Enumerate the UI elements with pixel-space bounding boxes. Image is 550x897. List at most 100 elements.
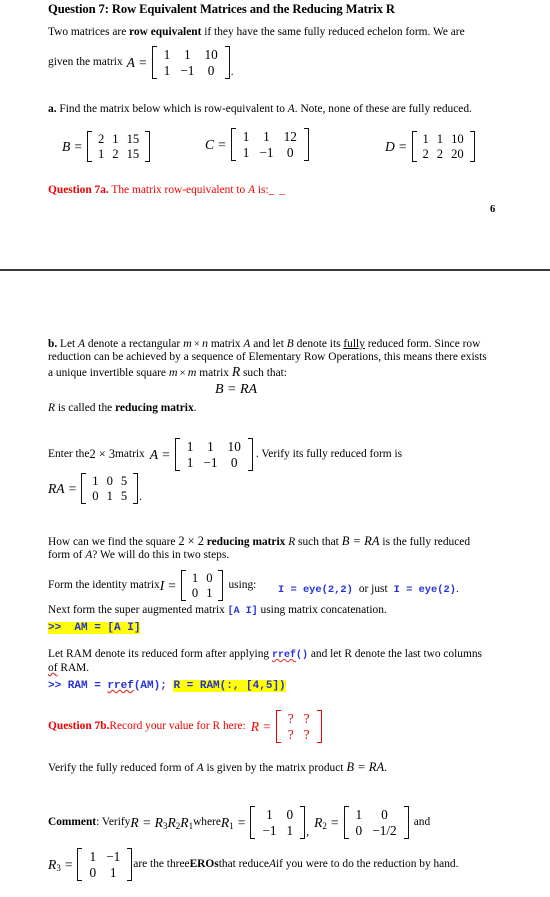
part-b-paragraph-2: reduction can be achieved by a sequence … (48, 351, 487, 363)
period: . (384, 762, 388, 774)
part-b-p3-seg-2: matrix (196, 367, 232, 379)
matrix-row: 10 (257, 807, 298, 823)
matrix-D-symbol: D (385, 138, 395, 154)
matrix-row: 2 2 20 (419, 147, 468, 162)
matrix-cell: 1 (106, 488, 113, 503)
matrix-cell: 2 (112, 146, 119, 161)
enter-seg-1: Enter the (48, 447, 90, 460)
part-b-p3-R: R (231, 364, 241, 379)
matrix-cell: 10 (227, 439, 241, 454)
matlab-command-ram-prefix[interactable]: >> RAM = (48, 680, 107, 692)
ram-seg-1: Let RAM denote its reduced form after ap… (48, 648, 272, 660)
matrix-D: 1 1 10 2 2 20 (411, 131, 475, 162)
matrix-cell: 1 (109, 864, 117, 880)
matrix-cell: 2 (422, 146, 429, 161)
page-title: Question 7: Row Equivalent Matrices and … (48, 2, 395, 16)
matrix-cell: 1 (186, 439, 194, 454)
code-eye-2[interactable]: I = eye(2) (394, 584, 456, 596)
ram-line2-of: of (48, 662, 58, 674)
part-b-underline-fully: fully (343, 338, 365, 350)
times-sign: × (179, 367, 186, 379)
matrix-row: 1 1 10 (159, 47, 223, 63)
question-7b: Question 7b. Record your value for R her… (48, 710, 323, 743)
how-to-find-line-2: form of A? We will do this in two steps. (48, 549, 229, 562)
matrix-cell: −1 (203, 454, 218, 470)
reducing-seg-2: is called the (54, 402, 116, 414)
matlab-command-am[interactable]: >> AM = [A I] (48, 617, 141, 635)
comment-R2-sub: 2 (322, 821, 327, 831)
code-rref-inline: rref (271, 650, 296, 661)
comment-eq-R: R = R (130, 814, 163, 830)
matrix-cell: −1 (106, 849, 121, 864)
how-seg-2: such that (295, 536, 342, 548)
part-b-seg-5: denote its (293, 338, 344, 350)
matrix-cell: 15 (126, 132, 140, 146)
matlab-command-am-text[interactable]: >> AM = [A I] (48, 622, 141, 634)
matrix-C-table: 1 1 12 1 −1 0 (238, 129, 302, 160)
next-seg-2: using matrix concatenation. (257, 604, 387, 616)
question-7a-answer-blank[interactable]: _ _ (269, 184, 286, 196)
verify-equation: B = RA (346, 760, 385, 774)
matrix-C: 1 1 12 1 −1 0 (230, 128, 309, 161)
comment-tail-var-A: A (268, 857, 276, 870)
matrix-R-answer-table[interactable]: ???? (283, 711, 315, 742)
matlab-command-ram-rref[interactable]: rref (107, 680, 133, 692)
matrix-cell: 0 (355, 822, 363, 838)
matrix-identity-table: 1001 (188, 571, 217, 600)
comment-line-1: Comment: Verify R = R3R2R1 where R1 = 1 0 −1… (48, 806, 430, 839)
part-a-instruction: a. Find the matrix below which is row-eq… (48, 103, 528, 116)
matrix-R3: 1 −1 0 1 (77, 848, 133, 881)
matrix-cell: 0 (191, 585, 199, 600)
enter-matrix-line: Enter the 2 × 3 matrix A = 1 1 10 1 −1 0. Verify… (48, 438, 402, 471)
intro-bold-row-equivalent: row equivalent (129, 26, 202, 38)
identity-symbol: I (159, 577, 165, 593)
reducing-matrix-definition: R is called the reducing matrix. (48, 402, 197, 415)
identity-code-line: I = eye(2,2) or just I = eye(2). (278, 579, 459, 597)
ram-seg-2: and let R denote the last two columns (307, 648, 482, 660)
enter-seg-2: matrix (115, 447, 145, 460)
code-eye-2-2[interactable]: I = eye(2,2) (278, 584, 353, 596)
matrix-row: ?? (283, 727, 315, 743)
comment-tail-bold-eros: EROs (189, 857, 219, 870)
matlab-command-ram[interactable]: >> RAM = rref(AM); R = RAM(:, [4,5]) (48, 675, 286, 693)
reducing-bold: reducing matrix (115, 402, 194, 414)
part-b-var-A1: A (78, 338, 86, 350)
code-rref-parens: () (295, 650, 308, 661)
matrix-identity: 1001 (180, 570, 224, 601)
comment-and: and (413, 815, 431, 828)
intro-text-1: Two matrices are (48, 26, 130, 38)
part-a-text-1: Find the matrix below which is row-equiv… (56, 103, 288, 115)
matrix-row: 0 −1/2 (351, 823, 402, 839)
matrix-cell: 0 (92, 488, 99, 503)
matrix-row: 1 −1 0 (159, 63, 223, 79)
matrix-R1-table: 1 0 −1 1 (257, 807, 298, 838)
matrix-row: 10 (188, 571, 217, 586)
matlab-command-ram-mid[interactable]: (AM); (134, 680, 174, 692)
page-number: 6 (490, 204, 496, 215)
matrix-A-enter-table: 1 1 10 1 −1 0 (182, 439, 246, 470)
matrix-R2: 1 0 0 −1/2 (343, 806, 409, 839)
code-or-just-label: or just (358, 583, 388, 595)
matrix-cell: 1 (89, 849, 97, 864)
matrix-cell[interactable]: ? (283, 711, 299, 727)
matrix-cell[interactable]: ? (299, 727, 315, 743)
how-to-find-paragraph: How can we find the square 2 × 2 reducin… (48, 534, 518, 549)
matrix-B-symbol: B (62, 138, 71, 154)
intro-text-2: if they have the same fully reduced eche… (201, 26, 465, 38)
matrix-cell: 1 (436, 132, 444, 146)
question-7b-text: Record your value for R here: (109, 719, 246, 732)
matrix-cell: 5 (120, 488, 128, 503)
matrix-cell: 0 (230, 454, 238, 470)
question-7a: Question 7a. The matrix row-equivalent t… (48, 184, 286, 197)
matrix-RA-table: 105015 (88, 474, 131, 503)
matrix-cell: 1 (97, 146, 105, 161)
part-a-marker: a. (48, 103, 57, 115)
matrix-cell[interactable]: ? (299, 711, 315, 727)
matrix-cell[interactable]: ? (283, 727, 299, 743)
matlab-command-ram-highlight[interactable]: R = RAM(:, [4,5]) (173, 680, 286, 692)
matrix-R-answer[interactable]: ???? (275, 710, 322, 743)
comment-colon: : Verify (96, 815, 131, 828)
matrix-row: 10 (351, 807, 402, 823)
matrix-D-group: D = 1 1 10 2 2 20 (385, 131, 476, 162)
matrix-cell: 1 (242, 129, 250, 144)
